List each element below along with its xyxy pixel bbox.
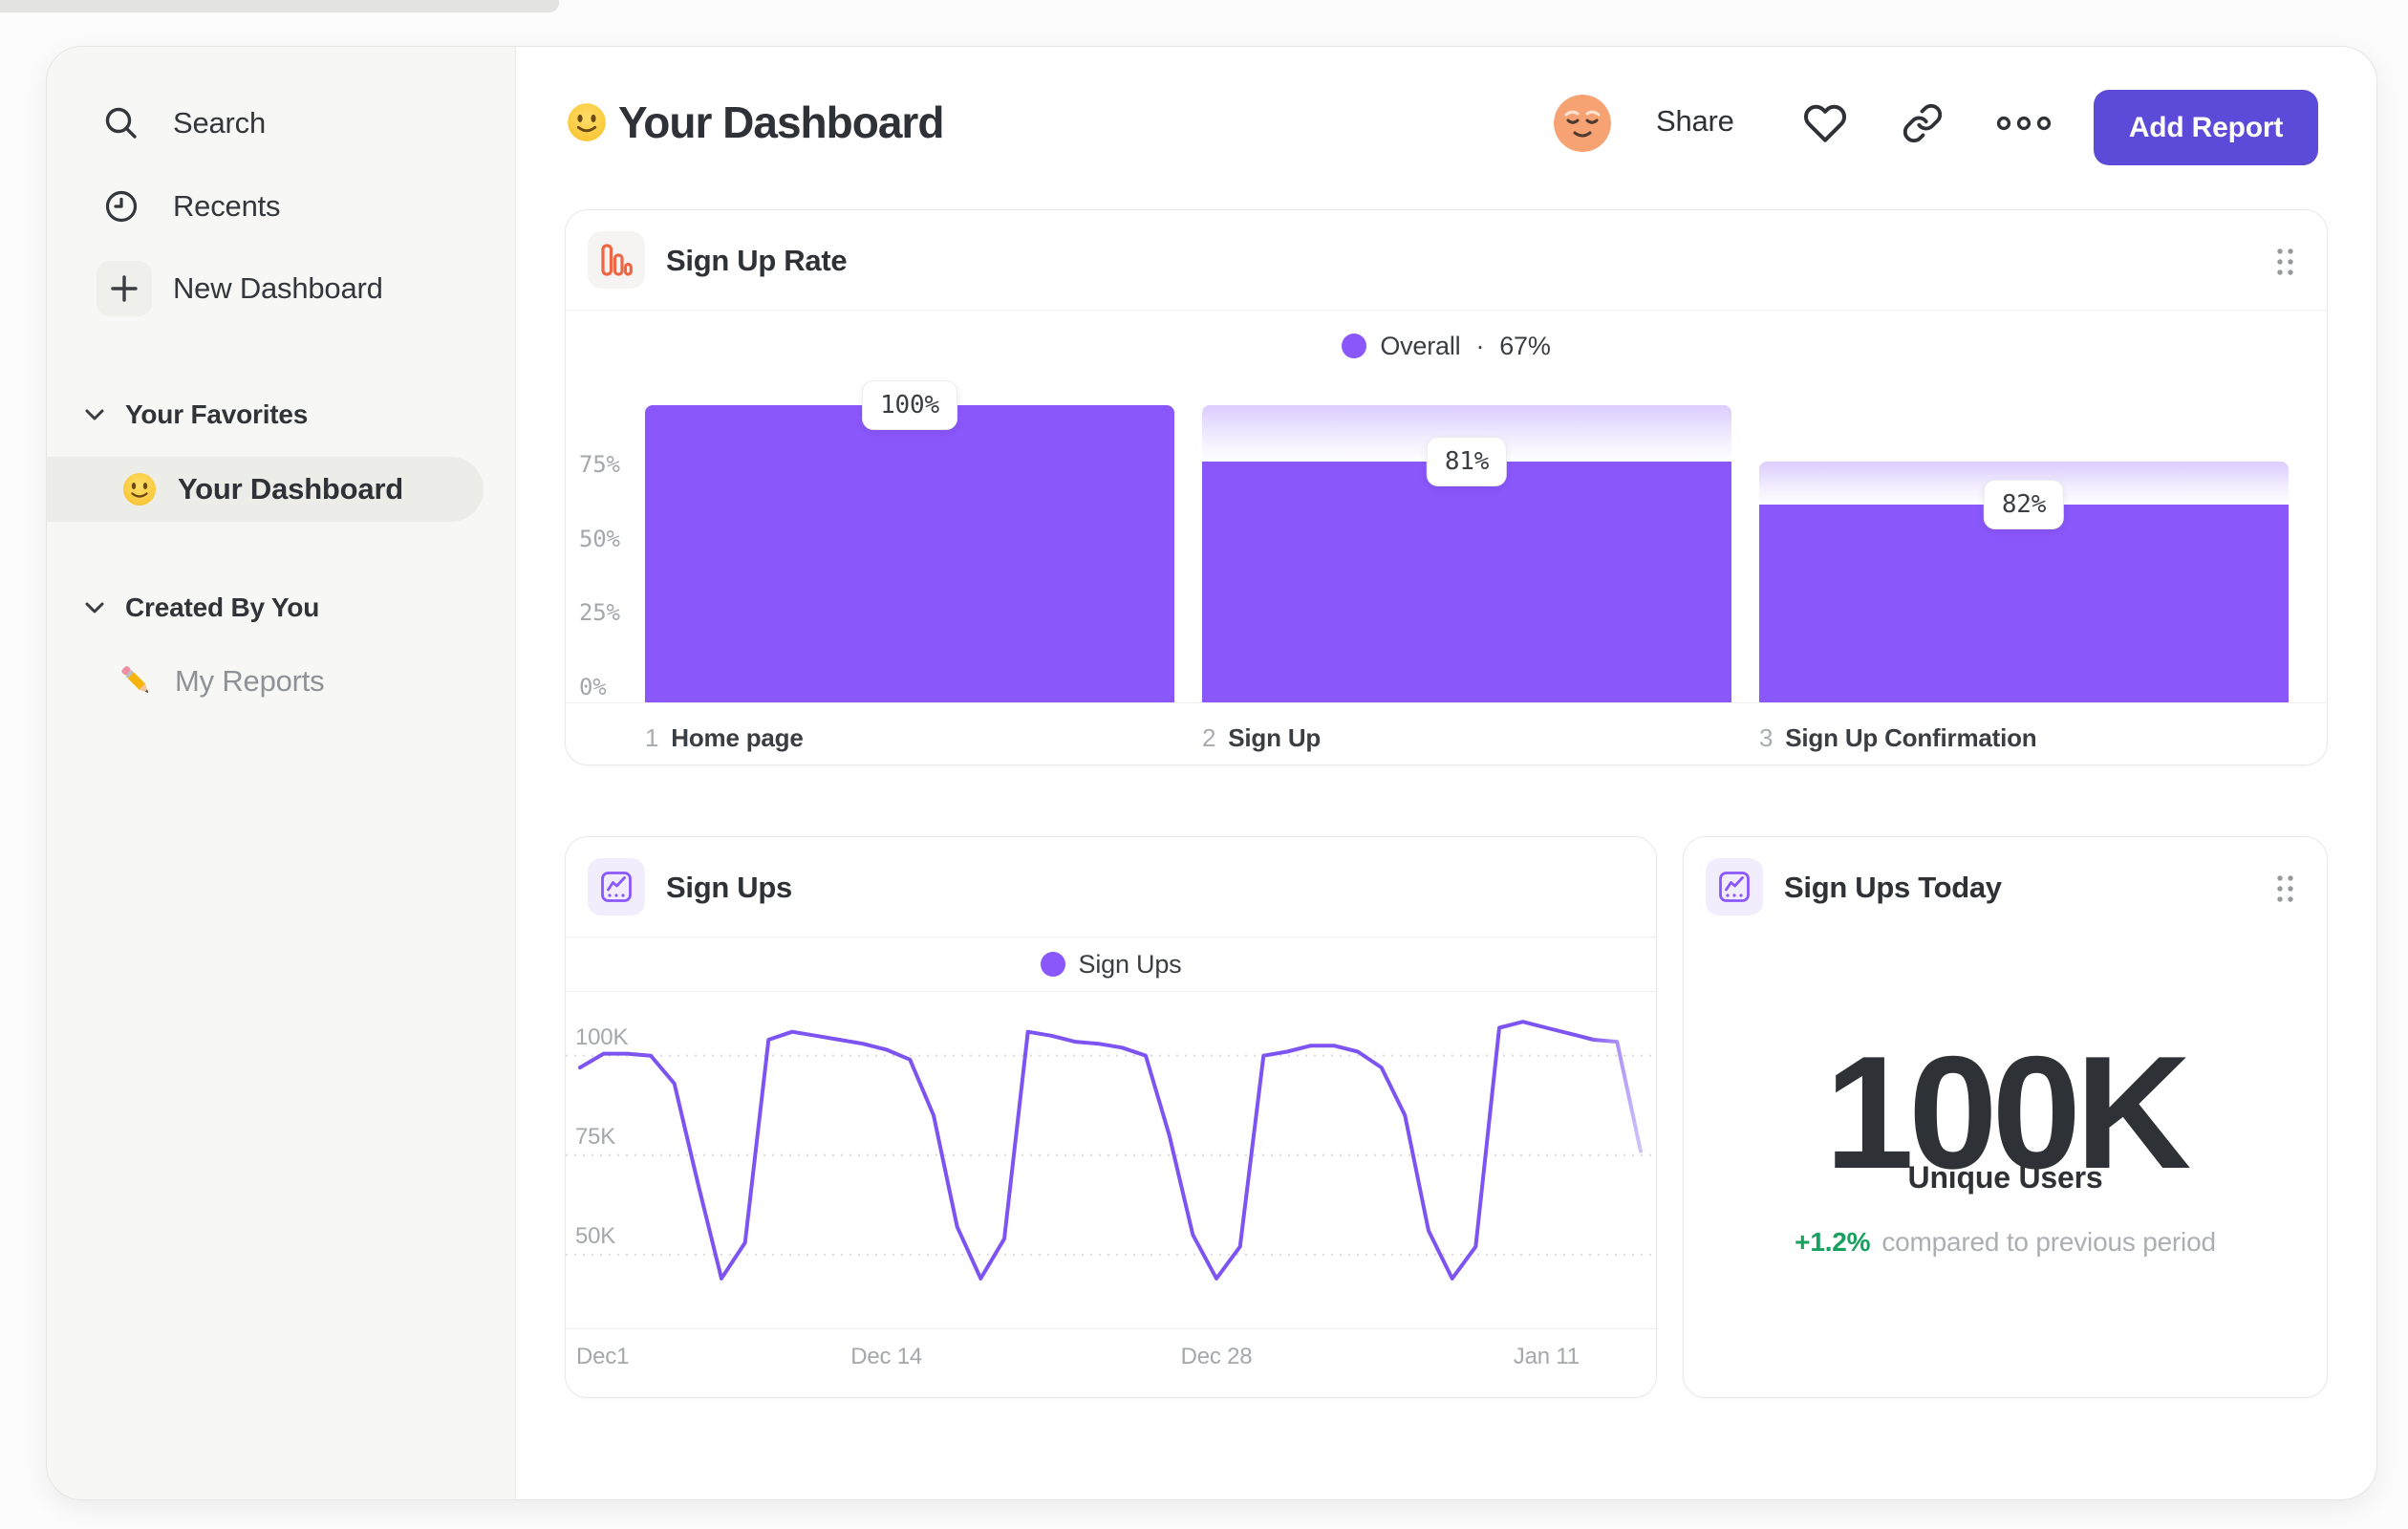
step-number: 2 (1202, 723, 1216, 752)
card-title: Sign Ups (666, 870, 792, 904)
sign-up-rate-card: Sign Up Rate Overall · 67% 75% 50% 25% 0% 10… (565, 209, 2328, 765)
stat-delta-row: +1.2% compared to previous period (1684, 1227, 2327, 1258)
legend-label: Sign Ups (1078, 949, 1182, 979)
step-name: Sign Up Confirmation (1785, 723, 2037, 752)
drag-handle-icon[interactable] (2275, 874, 2296, 903)
sidebar-item-label: Recents (173, 189, 281, 223)
conversion-badge: 82% (1983, 480, 2065, 530)
funnel-bar-segment[interactable] (645, 405, 1174, 702)
card-header: Sign Ups Today (1684, 837, 2327, 937)
sidebar-item-new-dashboard[interactable]: New Dashboard (173, 261, 383, 316)
sidebar-section-created-by-you[interactable]: Created By You (85, 586, 319, 630)
y-tick-label: 0% (579, 674, 607, 700)
slightly-smiling-face-emoji-icon (123, 473, 156, 506)
step-name: Home page (671, 723, 804, 752)
app-window: Search Recents New Dashboard Your Favori… (46, 46, 2377, 1500)
sidebar-item-search[interactable]: Search (102, 97, 266, 150)
sidebar-section-title: Your Favorites (125, 399, 309, 429)
funnel-bar-segment[interactable] (1202, 462, 1731, 702)
plus-icon (111, 275, 138, 302)
add-report-button[interactable]: Add Report (2094, 90, 2318, 165)
y-tick-label: 75K (575, 1123, 616, 1150)
sidebar-item-label: New Dashboard (173, 271, 383, 305)
card-title: Sign Ups Today (1784, 870, 2002, 904)
line-chart-icon (1706, 858, 1763, 915)
sidebar: Search Recents New Dashboard Your Favori… (47, 47, 516, 1499)
new-dashboard-button[interactable] (97, 261, 152, 316)
clock-icon (105, 190, 138, 223)
funnel-step-label: 2 Sign Up (1202, 723, 1321, 753)
y-tick-label: 50% (579, 525, 620, 552)
more-options-ellipsis-icon[interactable] (1996, 116, 2052, 131)
sidebar-item-my-reports[interactable]: My Reports (119, 655, 325, 708)
conversion-badge: 81% (1426, 437, 1508, 487)
share-button[interactable]: Share (1656, 104, 1734, 139)
chevron-down-icon (85, 602, 104, 614)
line-series-sign-ups (578, 1020, 1643, 1281)
x-axis-line (566, 1328, 1656, 1329)
funnel-step-label: 1 Home page (645, 723, 804, 753)
funnel-step-label: 3 Sign Up Confirmation (1759, 723, 2037, 753)
x-tick-label: Dec 14 (850, 1344, 923, 1369)
sidebar-item-label: Search (173, 106, 267, 140)
background-window-edge (0, 0, 559, 12)
screen: Search Recents New Dashboard Your Favori… (0, 0, 2408, 1529)
sign-ups-card: Sign Ups Sign Ups 100K 75K 50K Dec1 Dec 14 D… (565, 836, 1657, 1398)
search-icon (105, 107, 137, 139)
sign-ups-today-card: Sign Ups Today 100K Unique Users +1.2% c… (1683, 836, 2328, 1398)
conversion-badge: 100% (862, 380, 957, 430)
sidebar-item-label: My Reports (175, 664, 325, 698)
card-header: Sign Ups (566, 837, 1656, 937)
step-number: 1 (645, 723, 659, 752)
line-chart (566, 1020, 1655, 1281)
x-tick-label: Dec1 (576, 1344, 630, 1369)
y-tick-label: 50K (575, 1222, 616, 1249)
copy-link-icon[interactable] (1902, 102, 1944, 144)
user-avatar[interactable] (1554, 95, 1611, 152)
sidebar-item-your-dashboard[interactable]: Your Dashboard (122, 457, 403, 522)
stat-value-label: Unique Users (1907, 1160, 2103, 1195)
y-tick-label: 100K (575, 1023, 629, 1050)
chevron-down-icon (85, 409, 104, 420)
pencil-emoji-icon (121, 666, 149, 694)
page-title: Your Dashboard (618, 97, 944, 147)
sidebar-section-title: Created By You (125, 592, 320, 622)
dashboard-title-emoji (568, 103, 606, 141)
x-tick-label: Jan 11 (1513, 1344, 1580, 1369)
funnel-bar-segment[interactable] (1759, 505, 2289, 702)
line-chart-icon (588, 858, 645, 915)
stat-delta-note: compared to previous period (1881, 1227, 2216, 1257)
funnel-baseline (566, 702, 2327, 703)
step-name: Sign Up (1228, 723, 1322, 752)
sidebar-section-your-favorites[interactable]: Your Favorites (85, 393, 308, 437)
stat-delta-badge: +1.2% (1795, 1227, 1871, 1257)
sidebar-item-recents[interactable]: Recents (102, 180, 281, 233)
favorite-heart-icon[interactable] (1803, 101, 1847, 145)
legend-dot (1040, 952, 1065, 977)
line-legend[interactable]: Sign Ups (566, 943, 1656, 985)
sidebar-item-label: Your Dashboard (178, 472, 404, 506)
y-tick-label: 25% (579, 599, 620, 627)
step-number: 3 (1759, 723, 1774, 752)
y-tick-label: 75% (579, 450, 620, 478)
funnel-plot: 75% 50% 25% 0% 100% 1 Home page 81% 2 Sign Up 82% 3… (566, 210, 2327, 764)
x-tick-label: Dec 28 (1180, 1344, 1253, 1369)
